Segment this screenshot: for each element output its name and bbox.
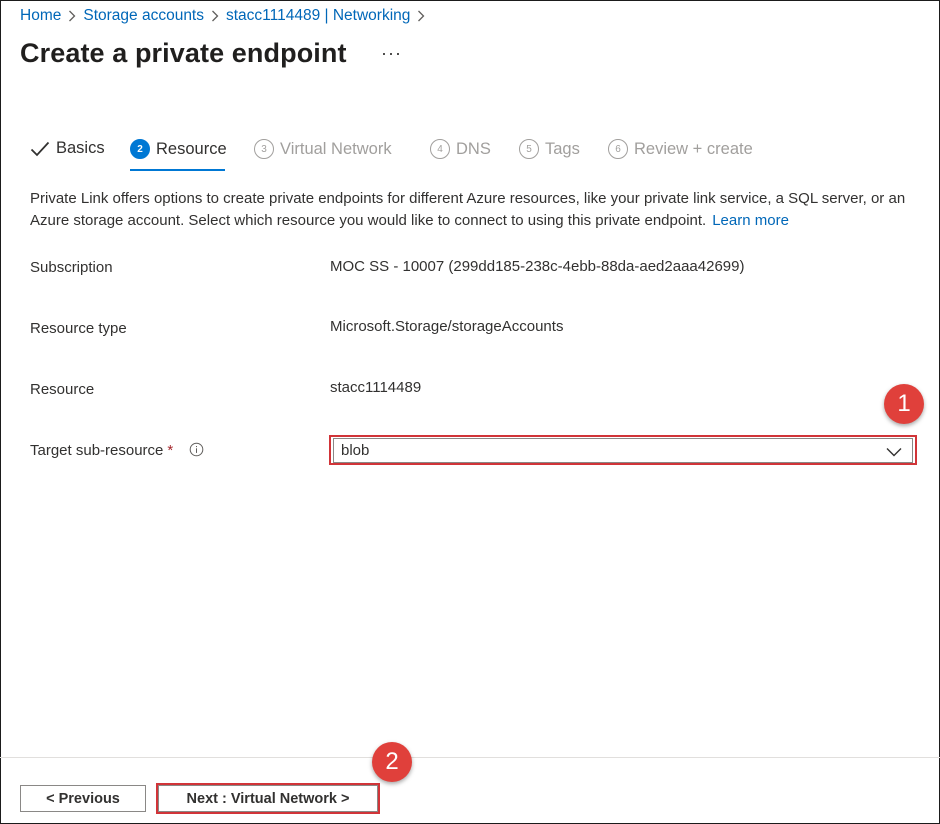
tab-label: Review + create bbox=[634, 139, 753, 158]
breadcrumb-networking[interactable]: stacc1114489 | Networking bbox=[226, 7, 410, 25]
window-frame bbox=[0, 0, 940, 824]
tab-tags[interactable]: 5 Tags bbox=[519, 139, 580, 159]
learn-more-link[interactable]: Learn more bbox=[712, 212, 789, 229]
step-number-badge: 6 bbox=[608, 139, 628, 159]
tab-basics[interactable]: Basics bbox=[30, 139, 105, 158]
subscription-value: MOC SS - 10007 (299dd185-238c-4ebb-88da-… bbox=[330, 258, 745, 275]
step-number-badge: 3 bbox=[254, 139, 274, 159]
dropdown-selected-value: blob bbox=[341, 442, 370, 459]
tab-dns[interactable]: 4 DNS bbox=[430, 139, 491, 159]
more-options-icon[interactable]: ··· bbox=[381, 43, 402, 64]
step-number-badge: 2 bbox=[130, 139, 150, 159]
annotation-badge-2: 2 bbox=[372, 742, 412, 782]
annotation-badge-1: 1 bbox=[884, 384, 924, 424]
active-tab-indicator bbox=[130, 169, 225, 171]
breadcrumb-home[interactable]: Home bbox=[20, 7, 61, 25]
tab-label: DNS bbox=[456, 139, 491, 158]
target-sub-resource-dropdown[interactable]: blob bbox=[333, 438, 913, 463]
subscription-label: Subscription bbox=[30, 259, 113, 276]
next-virtual-network-button[interactable]: Next : Virtual Network > bbox=[158, 785, 378, 812]
target-sub-resource-label-row: Target sub-resource * bbox=[30, 442, 204, 461]
step-number-badge: 5 bbox=[519, 139, 539, 159]
step-number-badge: 4 bbox=[430, 139, 450, 159]
tab-resource[interactable]: 2 Resource bbox=[130, 139, 227, 159]
tab-virtual-network[interactable]: 3 Virtual Network bbox=[254, 139, 392, 159]
chevron-right-icon bbox=[204, 7, 226, 25]
tab-label: Virtual Network bbox=[280, 139, 392, 158]
tab-label: Resource bbox=[156, 139, 227, 158]
chevron-down-icon bbox=[886, 444, 902, 461]
page-title: Create a private endpoint bbox=[20, 38, 347, 68]
previous-button[interactable]: < Previous bbox=[20, 785, 146, 812]
required-marker: * bbox=[167, 442, 174, 459]
target-sub-resource-label: Target sub-resource bbox=[30, 442, 164, 459]
tab-label: Tags bbox=[545, 139, 580, 158]
tab-review-create[interactable]: 6 Review + create bbox=[608, 139, 753, 159]
resource-label: Resource bbox=[30, 381, 95, 398]
chevron-right-icon bbox=[410, 7, 432, 25]
breadcrumb-storage-accounts[interactable]: Storage accounts bbox=[83, 7, 204, 25]
footer-divider bbox=[0, 757, 940, 758]
chevron-right-icon bbox=[61, 7, 83, 25]
resource-type-label: Resource type bbox=[30, 320, 127, 337]
resource-value: stacc1114489 bbox=[330, 379, 422, 396]
checkmark-icon bbox=[30, 141, 50, 157]
description: Private Link offers options to create pr… bbox=[30, 188, 920, 232]
resource-type-value: Microsoft.Storage/storageAccounts bbox=[330, 318, 564, 335]
info-icon[interactable] bbox=[189, 442, 204, 461]
tab-label: Basics bbox=[56, 139, 105, 157]
breadcrumb: Home Storage accounts stacc1114489 | Net… bbox=[20, 7, 432, 25]
